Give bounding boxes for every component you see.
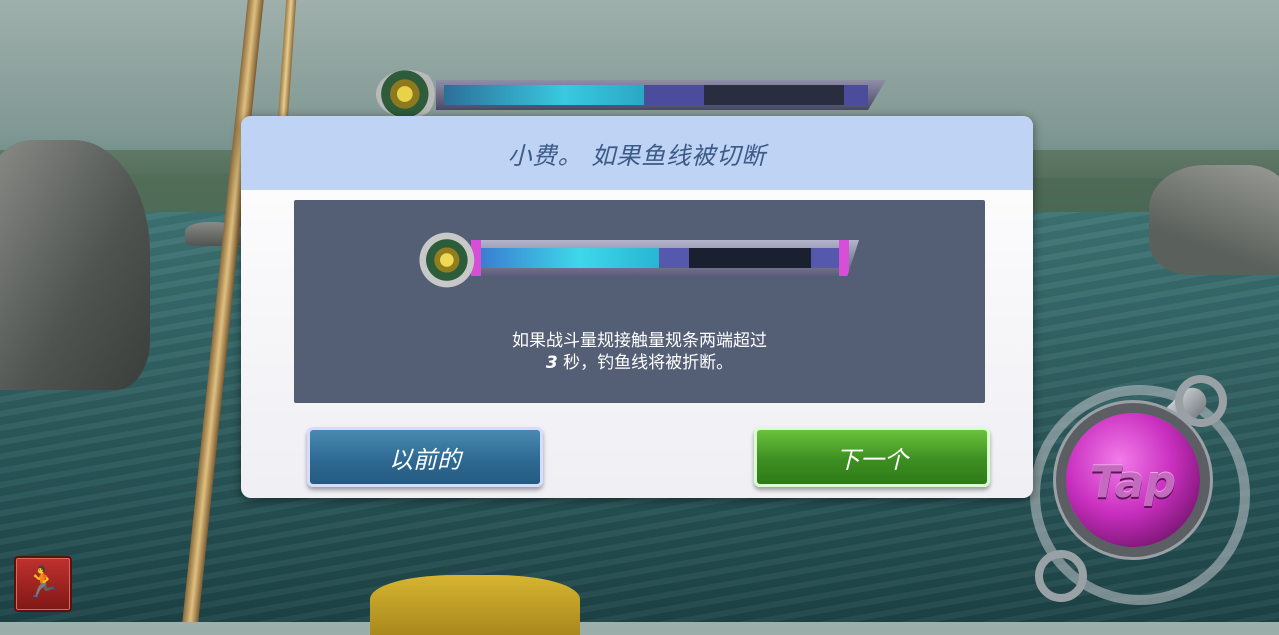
boat-bow xyxy=(370,575,580,635)
reel-control[interactable]: Tap xyxy=(1000,365,1270,615)
tip-seconds: 3 xyxy=(545,353,558,373)
fishing-reel-icon xyxy=(376,70,440,118)
tension-gauge-track xyxy=(436,80,886,110)
tutorial-gauge-empty xyxy=(689,248,811,268)
previous-button[interactable]: 以前的 xyxy=(307,427,543,487)
tension-gauge-fill xyxy=(444,85,644,105)
tap-button[interactable]: Tap xyxy=(1066,413,1200,547)
running-man-icon[interactable]: 🏃 xyxy=(14,556,72,612)
tutorial-gauge-fill xyxy=(481,248,659,268)
tutorial-gauge-end xyxy=(811,248,839,268)
reel-knob-bottom xyxy=(1035,550,1087,602)
rock-left xyxy=(0,140,150,390)
tip-line-1: 如果战斗量规接触量规条两端超过 xyxy=(512,331,767,351)
gauge-limit-right xyxy=(839,240,849,276)
next-button[interactable]: 下一个 xyxy=(754,427,990,487)
tension-gauge-empty xyxy=(704,85,844,105)
tip-line-2-text: 秒，钓鱼线将被折断。 xyxy=(557,353,734,373)
fishing-reel-icon xyxy=(419,232,477,288)
dialog-title: 小费。 如果鱼线被切断 xyxy=(507,141,767,170)
tension-gauge xyxy=(376,68,891,120)
tip-text: 如果战斗量规接触量规条两端超过 3 秒，钓鱼线将被折断。 xyxy=(294,330,985,374)
rock-right xyxy=(1149,165,1279,275)
fishing-rod-tip xyxy=(277,0,297,120)
reel-knob-top xyxy=(1175,375,1227,427)
tutorial-gauge-mid xyxy=(659,248,689,268)
tension-gauge-mid xyxy=(644,85,704,105)
tip-dialog: 小费。 如果鱼线被切断 如果战斗量规接触量规条两端超过 3 秒，钓鱼线将被折断。… xyxy=(241,116,1033,498)
tip-panel: 如果战斗量规接触量规条两端超过 3 秒，钓鱼线将被折断。 xyxy=(294,200,985,403)
tutorial-gauge-track xyxy=(471,240,859,276)
tension-gauge-end xyxy=(844,85,868,105)
tip-line-2: 3 秒，钓鱼线将被折断。 xyxy=(294,352,985,374)
dialog-header: 小费。 如果鱼线被切断 xyxy=(241,116,1033,190)
tap-button-label: Tap xyxy=(1090,457,1176,508)
tutorial-gauge xyxy=(419,232,859,288)
